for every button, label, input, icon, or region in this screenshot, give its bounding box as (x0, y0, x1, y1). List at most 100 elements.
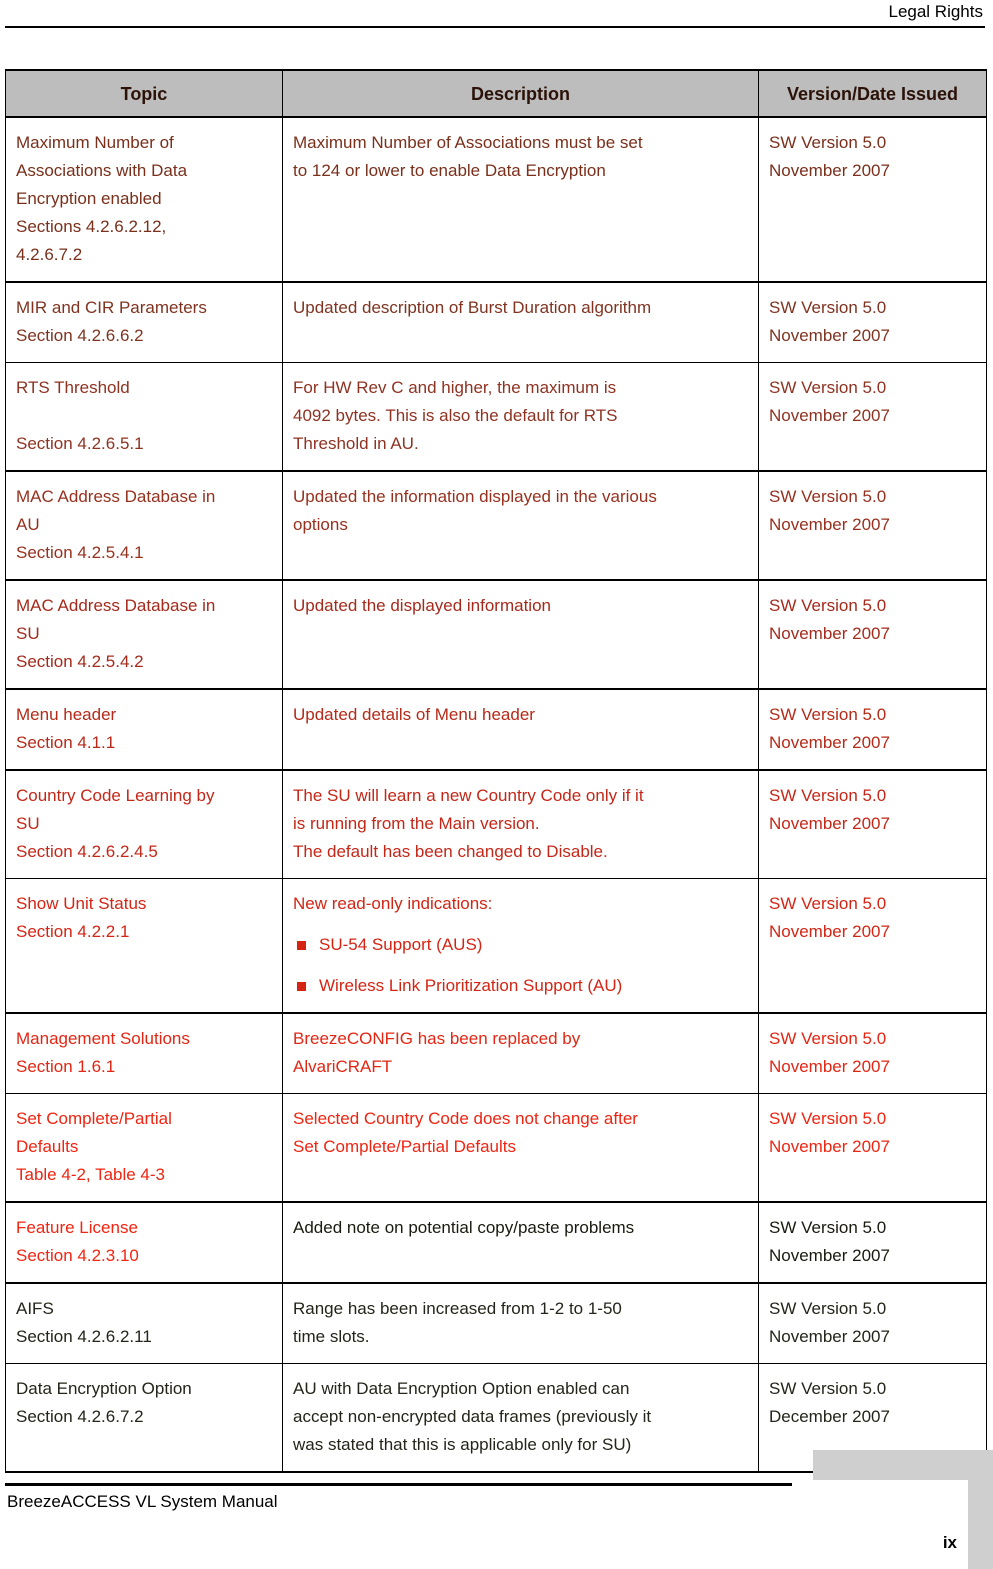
cell-version-date: SW Version 5.0 November 2007 (758, 1201, 987, 1284)
cell-description: New read-only indications: SU-54 Support … (282, 878, 759, 1014)
list-item-label: SU-54 Support (AUS) (319, 935, 483, 954)
cell-version-date: SW Version 5.0 November 2007 (758, 1282, 987, 1364)
cell-line: AU with Data Encryption Option enabled c… (293, 1379, 630, 1398)
table-row: AIFS Section 4.2.6.2.11 Range has been inc… (5, 1282, 987, 1364)
cell-line: Threshold in AU. (293, 434, 419, 453)
cell-line: November 2007 (769, 1137, 890, 1156)
footer-decoration-bar (813, 1450, 993, 1480)
cell-topic: Show Unit Status Section 4.2.2.1 (5, 878, 283, 1014)
cell-line: Set Complete/Partial (16, 1109, 172, 1128)
square-bullet-icon (297, 982, 306, 991)
cell-line: SW Version 5.0 (769, 298, 887, 317)
cell-line: November 2007 (769, 161, 890, 180)
cell-line: November 2007 (769, 814, 890, 833)
table-row: Set Complete/Partial Defaults Table 4-2, T… (5, 1093, 987, 1203)
table-row: MAC Address Database in AU Section 4.2.5.4… (5, 470, 987, 581)
cell-line: Updated the displayed information (293, 596, 551, 615)
table-row: RTS Threshold Section 4.2.6.5.1 For HW Re… (5, 362, 987, 472)
cell-version-date: SW Version 5.0 November 2007 (758, 362, 987, 472)
cell-version-date: SW Version 5.0 November 2007 (758, 470, 987, 581)
cell-line: 4092 bytes. This is also the default for… (293, 406, 618, 425)
header-divider (5, 26, 985, 28)
cell-topic: MAC Address Database in SU Section 4.2.5.4… (5, 579, 283, 690)
footer-decoration-edge (968, 1480, 993, 1569)
cell-line: November 2007 (769, 1246, 890, 1265)
footer-divider (5, 1483, 792, 1486)
cell-line: Data Encryption Option (16, 1379, 192, 1398)
cell-description: Updated the displayed information (282, 579, 759, 690)
cell-line: Country Code Learning by (16, 786, 215, 805)
column-header-version-date: Version/Date Issued (758, 69, 987, 118)
cell-line: SW Version 5.0 (769, 378, 887, 397)
cell-topic: RTS Threshold Section 4.2.6.5.1 (5, 362, 283, 472)
cell-line: November 2007 (769, 733, 890, 752)
cell-line: SU (16, 814, 40, 833)
cell-line: SW Version 5.0 (769, 894, 887, 913)
cell-line: SW Version 5.0 (769, 1299, 887, 1318)
cell-line: 4.2.6.7.2 (16, 245, 83, 264)
cell-topic: Set Complete/Partial Defaults Table 4-2, T… (5, 1093, 283, 1203)
cell-line: Section 4.2.2.1 (16, 922, 130, 941)
cell-topic: Menu header Section 4.1.1 (5, 688, 283, 771)
cell-line: November 2007 (769, 326, 890, 345)
cell-topic: Maximum Number of Associations with Data E… (5, 116, 283, 283)
table-row: Feature License Section 4.2.3.10 Added not… (5, 1201, 987, 1284)
cell-description: For HW Rev C and higher, the maximum is 4… (282, 362, 759, 472)
cell-line: November 2007 (769, 515, 890, 534)
cell-line: Section 4.2.6.5.1 (16, 434, 144, 453)
table-row: MAC Address Database in SU Section 4.2.5.4… (5, 579, 987, 690)
cell-topic: MIR and CIR Parameters Section 4.2.6.6.2 (5, 281, 283, 363)
page-footer: BreezeACCESS VL System Manual ix (5, 1449, 993, 1569)
cell-description: Updated details of Menu header (282, 688, 759, 771)
table-header-row: Topic Description Version/Date Issued (5, 69, 987, 118)
cell-line: SW Version 5.0 (769, 596, 887, 615)
cell-version-date: SW Version 5.0 November 2007 (758, 878, 987, 1014)
cell-line: SW Version 5.0 (769, 1029, 887, 1048)
cell-line: November 2007 (769, 1057, 890, 1076)
cell-line: AIFS (16, 1299, 54, 1318)
cell-line: MAC Address Database in (16, 596, 216, 615)
cell-description: Selected Country Code does not change af… (282, 1093, 759, 1203)
cell-line: RTS Threshold (16, 378, 130, 397)
cell-line: MAC Address Database in (16, 487, 216, 506)
cell-version-date: SW Version 5.0 November 2007 (758, 116, 987, 283)
cell-line: Associations with Data (16, 161, 188, 180)
cell-line: SW Version 5.0 (769, 705, 887, 724)
cell-line: SW Version 5.0 (769, 1379, 887, 1398)
list-item: Wireless Link Prioritization Support (AU… (293, 972, 748, 1000)
cell-version-date: SW Version 5.0 November 2007 (758, 769, 987, 879)
cell-line: November 2007 (769, 922, 890, 941)
square-bullet-icon (297, 941, 306, 950)
cell-line: Feature License (16, 1218, 138, 1237)
cell-line: Maximum Number of Associations must be s… (293, 133, 643, 152)
cell-line: November 2007 (769, 1327, 890, 1346)
cell-line: For HW Rev C and higher, the maximum is (293, 378, 617, 397)
table-body: Maximum Number of Associations with Data E… (5, 116, 987, 1473)
cell-line: Menu header (16, 705, 117, 724)
cell-line: Section 4.2.6.2.4.5 (16, 842, 158, 861)
cell-line: Management Solutions (16, 1029, 190, 1048)
cell-description: Updated description of Burst Duration al… (282, 281, 759, 363)
cell-line: Section 4.2.6.2.11 (16, 1327, 152, 1346)
header-title: Legal Rights (888, 2, 983, 21)
cell-line: Show Unit Status (16, 894, 147, 913)
cell-description: BreezeCONFIG has been replaced by AlvariC… (282, 1012, 759, 1094)
cell-line: The SU will learn a new Country Code onl… (293, 786, 644, 805)
cell-line: Maximum Number of (16, 133, 174, 152)
cell-line: November 2007 (769, 406, 890, 425)
table-row: Maximum Number of Associations with Data E… (5, 116, 987, 283)
revision-history-table: Topic Description Version/Date Issued Ma… (5, 69, 987, 1473)
cell-line: AU (16, 515, 40, 534)
bullet-list: SU-54 Support (AUS) Wireless Link Priorit… (293, 931, 748, 1000)
cell-description: Maximum Number of Associations must be s… (282, 116, 759, 283)
cell-line (16, 402, 272, 430)
cell-topic: Feature License Section 4.2.3.10 (5, 1201, 283, 1284)
cell-line: Updated description of Burst Duration al… (293, 298, 652, 317)
cell-description: Updated the information displayed in the… (282, 470, 759, 581)
list-item: SU-54 Support (AUS) (293, 931, 748, 959)
table-row: Management Solutions Section 1.6.1 BreezeC… (5, 1012, 987, 1094)
cell-topic: MAC Address Database in AU Section 4.2.5.4… (5, 470, 283, 581)
cell-description: The SU will learn a new Country Code onl… (282, 769, 759, 879)
cell-line: The default has been changed to Disable. (293, 842, 608, 861)
table-header: Topic Description Version/Date Issued (5, 69, 987, 118)
